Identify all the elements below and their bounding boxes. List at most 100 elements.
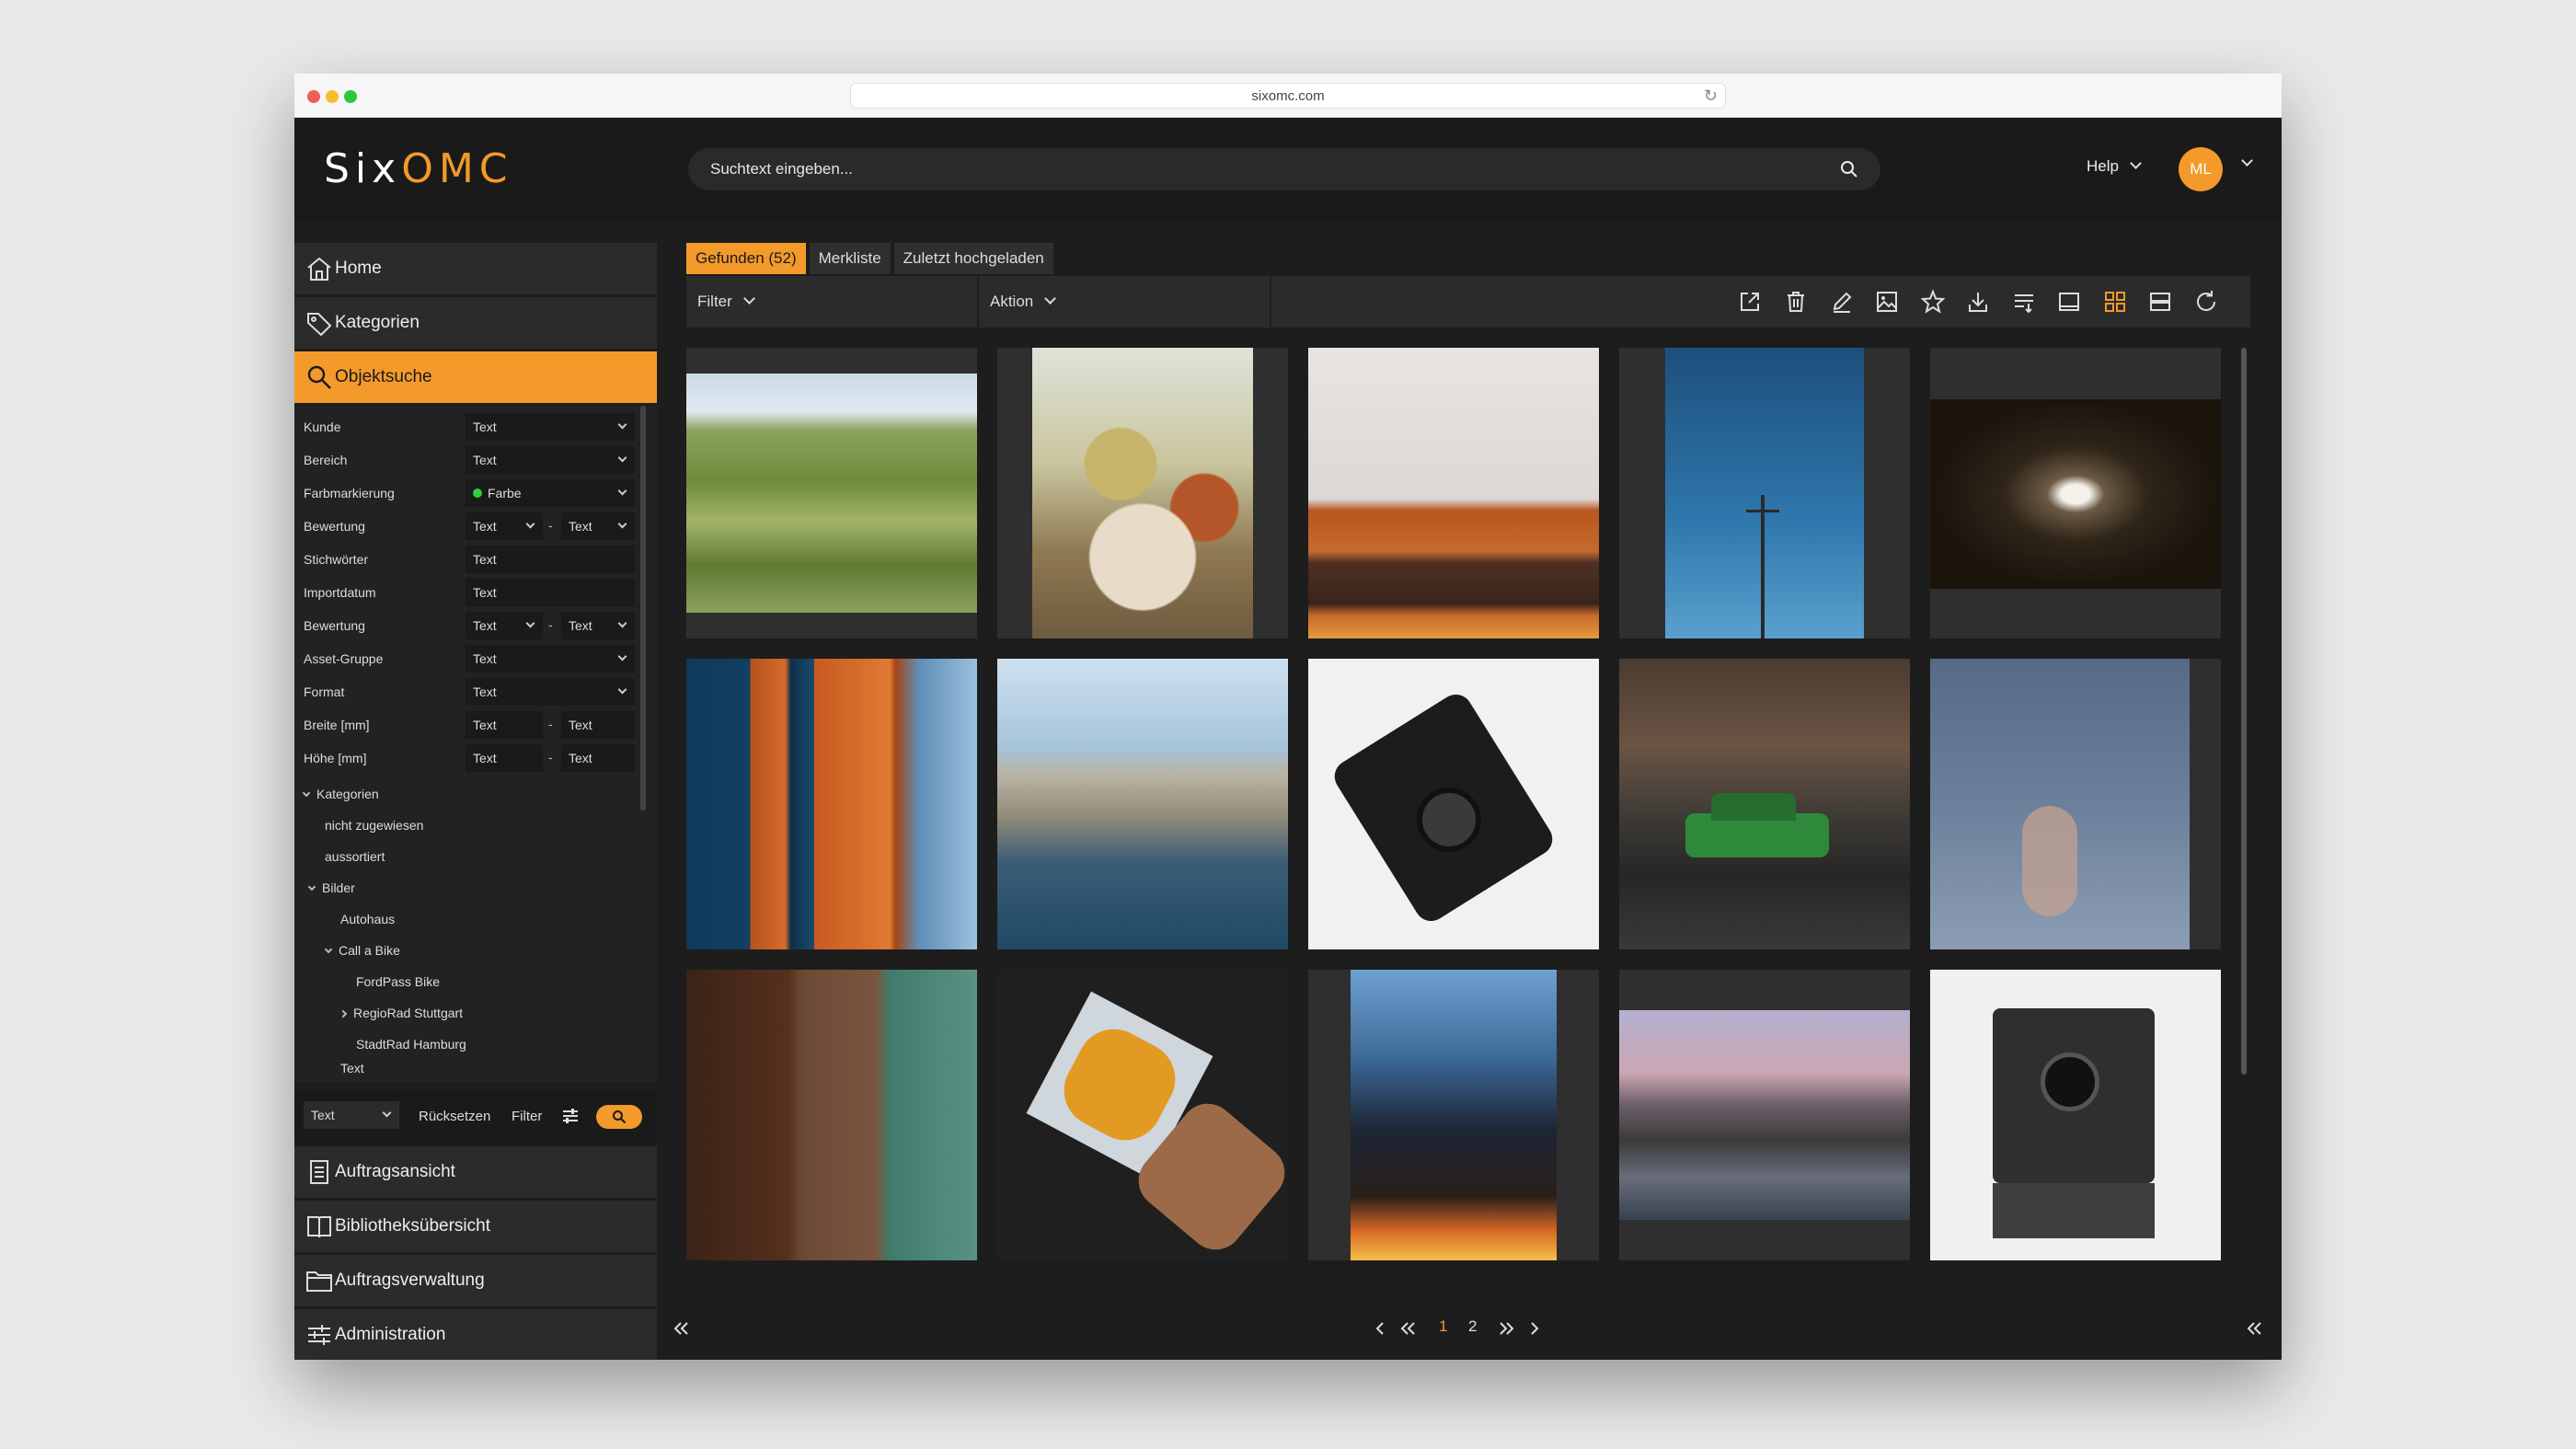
asset-tile-car[interactable] <box>1619 659 1910 949</box>
refresh-icon[interactable] <box>2193 289 2219 315</box>
grid-scrollbar[interactable] <box>2241 348 2247 1075</box>
filter-dropdown[interactable]: Filter <box>686 276 977 328</box>
asset-tile-cliff[interactable] <box>997 659 1288 949</box>
asset-tile-door[interactable] <box>686 970 977 1260</box>
nav-home[interactable]: Home <box>294 243 657 294</box>
tree-item[interactable]: aussortiert <box>325 846 385 867</box>
next-page-icon[interactable] <box>1522 1316 1547 1341</box>
asset-tile-tower[interactable] <box>686 659 977 949</box>
nav-label: Bibliotheksübersicht <box>335 1216 490 1236</box>
breite-from-input[interactable]: Text <box>466 711 543 739</box>
asset-tile-power-pole[interactable] <box>1619 348 1910 638</box>
tree-item-kategorien[interactable]: Kategorien <box>302 784 379 804</box>
collapse-right-icon[interactable] <box>2241 1316 2267 1341</box>
reload-icon[interactable]: ↻ <box>1704 84 1718 109</box>
prev-page-icon[interactable] <box>1367 1316 1393 1341</box>
asset-tile-chocolate[interactable] <box>1308 348 1599 638</box>
asset-tile-instant-camera[interactable] <box>1930 970 2221 1260</box>
nav-label: Objektsuche <box>335 367 432 386</box>
tree-item-bilder[interactable]: Bilder <box>307 878 355 898</box>
minimize-window-button[interactable] <box>326 90 339 103</box>
user-menu-chevron[interactable] <box>2230 155 2253 173</box>
trash-icon[interactable] <box>1783 289 1809 315</box>
asset-tile-tunnel[interactable] <box>1930 348 2221 638</box>
last-page-icon[interactable] <box>1494 1316 1520 1341</box>
reset-button[interactable]: Rücksetzen <box>419 1109 490 1124</box>
tab-zuletzt-hochgeladen[interactable]: Zuletzt hochgeladen <box>893 243 1053 274</box>
download-icon[interactable] <box>1965 289 1991 315</box>
tree-item[interactable]: Text <box>340 1058 364 1078</box>
close-window-button[interactable] <box>307 90 320 103</box>
action-dropdown[interactable]: Aktion <box>979 276 1270 328</box>
bewertung-to-select[interactable]: Text <box>561 512 635 540</box>
asset-tile-camera[interactable] <box>1308 659 1599 949</box>
address-bar[interactable]: sixomc.com ↻ <box>850 83 1726 109</box>
bewertung2-to-select[interactable]: Text <box>561 612 635 639</box>
nav-auftragsverwaltung[interactable]: Auftragsverwaltung <box>294 1255 657 1306</box>
logo[interactable]: SixOMC <box>324 145 513 192</box>
first-page-icon[interactable] <box>1395 1316 1420 1341</box>
nav-label: Auftragsverwaltung <box>335 1271 485 1290</box>
pagination: 1 2 <box>673 1310 2261 1347</box>
bewertung-from-select[interactable]: Text <box>466 512 543 540</box>
tree-item-regiorad[interactable]: RegioRad Stuttgart <box>339 1003 463 1023</box>
single-view-icon[interactable] <box>2056 289 2082 315</box>
asset-tile-toast[interactable] <box>997 970 1288 1260</box>
search-input[interactable]: Suchtext eingeben... <box>710 160 853 178</box>
bewertung2-from-select[interactable]: Text <box>466 612 543 639</box>
image-icon[interactable] <box>1874 289 1900 315</box>
maximize-window-button[interactable] <box>344 90 357 103</box>
stichwoerter-input[interactable]: Text <box>466 546 635 573</box>
list-view-icon[interactable] <box>2147 289 2173 315</box>
page-2[interactable]: 2 <box>1468 1317 1477 1336</box>
bereich-select[interactable]: Text <box>466 446 635 474</box>
tree-item-call-a-bike[interactable]: Call a Bike <box>324 940 400 960</box>
tab-gefunden[interactable]: Gefunden (52) <box>686 243 806 274</box>
search-button[interactable] <box>596 1105 642 1129</box>
saved-filter-select[interactable]: Text <box>304 1101 399 1129</box>
sort-icon[interactable] <box>2011 289 2037 315</box>
pencil-icon[interactable] <box>1829 289 1855 315</box>
tree-item[interactable]: StadtRad Hamburg <box>356 1034 466 1054</box>
sliders-icon[interactable] <box>561 1107 580 1125</box>
asset-tile-vineyard[interactable] <box>686 348 977 638</box>
tab-merkliste[interactable]: Merkliste <box>809 243 891 274</box>
asset-tile-city[interactable] <box>1308 970 1599 1260</box>
nav-auftragsansicht[interactable]: Auftragsansicht <box>294 1146 657 1198</box>
filter-scrollbar[interactable] <box>640 406 646 811</box>
nav-bibliotheksuebersicht[interactable]: Bibliotheksübersicht <box>294 1201 657 1252</box>
tree-item[interactable]: FordPass Bike <box>356 972 440 992</box>
nav-objektsuche[interactable]: Objektsuche <box>294 351 657 403</box>
nav-label: Kategorien <box>335 313 420 332</box>
asset-tile-grass[interactable] <box>1930 659 2221 949</box>
search-bar[interactable]: Suchtext eingeben... <box>688 148 1880 190</box>
asset-tile-teapot[interactable] <box>997 348 1288 638</box>
page-1[interactable]: 1 <box>1439 1317 1447 1336</box>
toolbar: Filter Aktion <box>686 276 2250 328</box>
collapse-left-icon[interactable] <box>668 1316 694 1341</box>
star-icon[interactable] <box>1920 289 1946 315</box>
hoehe-to-input[interactable]: Text <box>561 744 635 772</box>
grid-view-icon[interactable] <box>2102 289 2128 315</box>
tree-item[interactable]: nicht zugewiesen <box>325 815 423 835</box>
asset-tile-lake[interactable] <box>1619 970 1910 1260</box>
asset-gruppe-select[interactable]: Text <box>466 645 635 673</box>
hoehe-from-input[interactable]: Text <box>466 744 543 772</box>
tree-item[interactable]: Autohaus <box>340 909 395 929</box>
farbmarkierung-select[interactable]: Farbe <box>466 479 635 507</box>
avatar[interactable]: ML <box>2179 147 2223 191</box>
help-menu[interactable]: Help <box>2087 157 2142 176</box>
search-icon[interactable] <box>1840 160 1858 178</box>
breite-to-input[interactable]: Text <box>561 711 635 739</box>
filter-label: Importdatum <box>304 585 376 600</box>
filter-button[interactable]: Filter <box>512 1109 542 1124</box>
chevron-down-icon <box>307 882 316 891</box>
nav-administration[interactable]: Administration <box>294 1309 657 1360</box>
kunde-select[interactable]: Text <box>466 413 635 441</box>
external-link-icon[interactable] <box>1737 289 1763 315</box>
importdatum-input[interactable]: Text <box>466 579 635 606</box>
nav-kategorien[interactable]: Kategorien <box>294 297 657 349</box>
asset-image <box>1619 659 1910 949</box>
format-select[interactable]: Text <box>466 678 635 706</box>
chevron-down-icon <box>382 1108 392 1118</box>
